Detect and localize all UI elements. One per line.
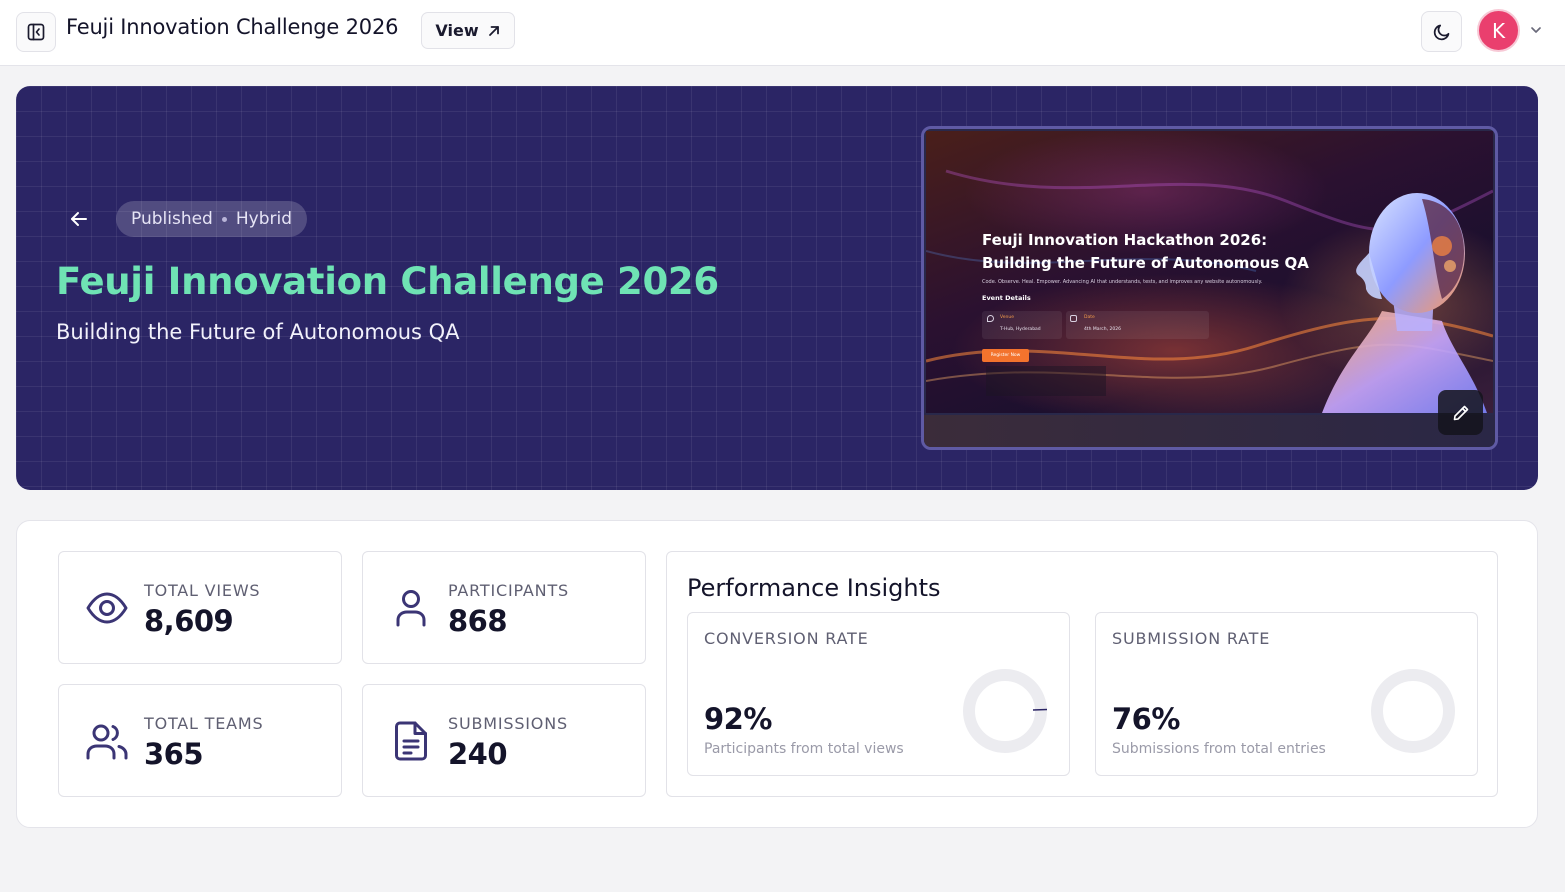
stat-card-submissions: SUBMISSIONS 240 bbox=[362, 684, 646, 797]
arrow-left-icon bbox=[71, 212, 87, 226]
status-label: Published bbox=[131, 209, 213, 229]
conversion-rate-description: Participants from total views bbox=[704, 741, 904, 757]
stat-value: 240 bbox=[448, 737, 508, 771]
stat-card-total-teams: TOTAL TEAMS 365 bbox=[58, 684, 342, 797]
pencil-icon bbox=[1453, 405, 1468, 420]
banner-image: Feuji Innovation Hackathon 2026: Buildin… bbox=[926, 131, 1493, 413]
status-badge: Published Hybrid bbox=[116, 201, 307, 237]
event-hero-banner: Published Hybrid Feuji Innovation Challe… bbox=[16, 86, 1538, 490]
sidebar-toggle-button[interactable] bbox=[16, 12, 56, 52]
back-button[interactable] bbox=[64, 204, 94, 234]
preview-register-button: Register Now bbox=[982, 349, 1029, 362]
users-icon bbox=[85, 719, 129, 763]
view-button-label: View bbox=[435, 21, 479, 40]
theme-toggle-button[interactable] bbox=[1421, 11, 1462, 52]
conversion-rate-value: 92% bbox=[704, 702, 772, 736]
conversion-rate-ring bbox=[963, 669, 1048, 753]
submission-rate-description: Submissions from total entries bbox=[1112, 741, 1326, 757]
submission-rate-ring bbox=[1371, 669, 1455, 753]
preview-tagline: Code. Observe. Heal. Empower. Advancing … bbox=[982, 279, 1263, 285]
preview-footer-strip bbox=[924, 415, 1495, 447]
preview-venue-box: Venue T-Hub, Hyderabad bbox=[982, 311, 1062, 339]
edit-banner-button[interactable] bbox=[1438, 390, 1483, 435]
submission-rate-label: SUBMISSION RATE bbox=[1112, 629, 1271, 648]
stat-value: 365 bbox=[144, 737, 204, 771]
event-title: Feuji Innovation Challenge 2026 bbox=[56, 260, 719, 303]
stat-label: SUBMISSIONS bbox=[448, 714, 568, 733]
stat-label: TOTAL VIEWS bbox=[144, 581, 261, 600]
preview-date-value: 4th March, 2026 bbox=[1084, 327, 1121, 332]
stat-card-total-views: TOTAL VIEWS 8,609 bbox=[58, 551, 342, 664]
preview-date-box: Date 4th March, 2026 bbox=[1066, 311, 1209, 339]
user-icon bbox=[389, 586, 433, 630]
stat-card-participants: PARTICIPANTS 868 bbox=[362, 551, 646, 664]
conversion-rate-card: CONVERSION RATE 92% Participants from to… bbox=[687, 612, 1070, 776]
view-button[interactable]: View bbox=[421, 12, 515, 49]
page-title: Feuji Innovation Challenge 2026 bbox=[66, 15, 399, 39]
stat-label: PARTICIPANTS bbox=[448, 581, 569, 600]
robot-head-illustration bbox=[1322, 193, 1487, 413]
preview-details-heading: Event Details bbox=[982, 294, 1031, 302]
chevron-down-icon bbox=[1531, 27, 1541, 33]
separator-dot bbox=[221, 216, 227, 222]
account-menu-caret[interactable] bbox=[1527, 21, 1545, 39]
moon-icon bbox=[1433, 24, 1449, 40]
banner-image-preview: Feuji Innovation Hackathon 2026: Buildin… bbox=[921, 126, 1498, 450]
top-bar: Feuji Innovation Challenge 2026 View K bbox=[0, 0, 1565, 66]
performance-insights-panel: Performance Insights CONVERSION RATE 92%… bbox=[666, 551, 1498, 797]
insights-title: Performance Insights bbox=[687, 574, 941, 602]
preview-venue-label: Venue bbox=[1000, 315, 1014, 320]
panel-left-icon bbox=[27, 23, 45, 41]
eye-icon bbox=[85, 586, 129, 630]
mode-label: Hybrid bbox=[235, 209, 292, 229]
stat-value: 868 bbox=[448, 604, 508, 638]
preview-date-label: Date bbox=[1084, 315, 1095, 320]
map-pin-icon bbox=[987, 315, 994, 322]
avatar[interactable]: K bbox=[1477, 9, 1520, 52]
calendar-icon bbox=[1070, 315, 1077, 322]
submission-rate-value: 76% bbox=[1112, 702, 1180, 736]
conversion-rate-label: CONVERSION RATE bbox=[704, 629, 869, 648]
event-subtitle: Building the Future of Autonomous QA bbox=[56, 320, 460, 344]
stat-value: 8,609 bbox=[144, 604, 234, 638]
submission-rate-card: SUBMISSION RATE 76% Submissions from tot… bbox=[1095, 612, 1478, 776]
stat-label: TOTAL TEAMS bbox=[144, 714, 264, 733]
arrow-up-right-icon bbox=[488, 25, 499, 36]
preview-venue-value: T-Hub, Hyderabad bbox=[1000, 327, 1041, 332]
preview-heading: Feuji Innovation Hackathon 2026: Buildin… bbox=[982, 231, 1309, 272]
event-stats-panel: TOTAL VIEWS 8,609 PARTICIPANTS 868 TOTAL… bbox=[16, 520, 1538, 828]
file-text-icon bbox=[389, 719, 433, 763]
